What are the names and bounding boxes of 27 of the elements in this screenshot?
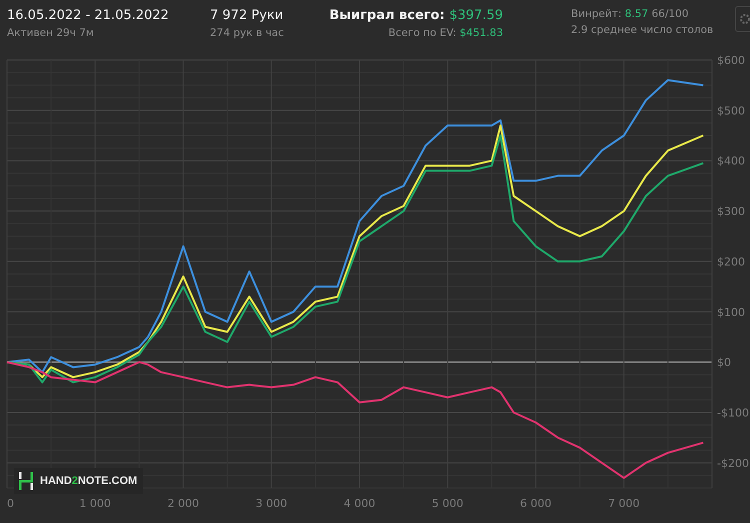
- date-range: 16.05.2022 - 21.05.2022: [7, 8, 169, 23]
- hands-per-hour: 274 рук в час: [210, 27, 284, 39]
- x-axis-label: 0: [7, 497, 14, 510]
- x-axis-label: 6 000: [520, 497, 552, 510]
- winrate: Винрейт: 8.57 66/100: [571, 8, 689, 20]
- x-axis-label: 4 000: [344, 497, 376, 510]
- total-won: Выиграл всего: $397.59: [329, 8, 503, 23]
- y-axis-label: -$200: [717, 456, 749, 470]
- ev-total: Всего по EV: $451.83: [388, 27, 503, 39]
- y-axis-label: -$100: [717, 406, 749, 420]
- y-axis-label: $400: [717, 154, 745, 168]
- x-axis-label: 5 000: [432, 497, 464, 510]
- y-axis-label: $300: [717, 205, 745, 218]
- y-axis-label: $0: [717, 356, 731, 370]
- x-axis-label: 1 000: [79, 497, 111, 510]
- x-axis-label: 7 000: [608, 497, 640, 510]
- y-axis-label: $600: [717, 54, 745, 67]
- x-axis-label: 2 000: [168, 497, 199, 510]
- y-axis-label: $100: [717, 306, 745, 319]
- x-axis-label: 3 000: [256, 497, 288, 510]
- logo-icon: [18, 471, 34, 491]
- logo-text: HAND2NOTE.COM: [40, 475, 138, 487]
- hands-count: 7 972 Руки: [210, 8, 284, 23]
- y-axis-label: $500: [717, 104, 745, 118]
- active-time: Активен 29ч 7м: [7, 27, 94, 39]
- y-axis-label: $200: [717, 255, 745, 268]
- average-tables: 2.9 среднее число столов: [571, 24, 714, 36]
